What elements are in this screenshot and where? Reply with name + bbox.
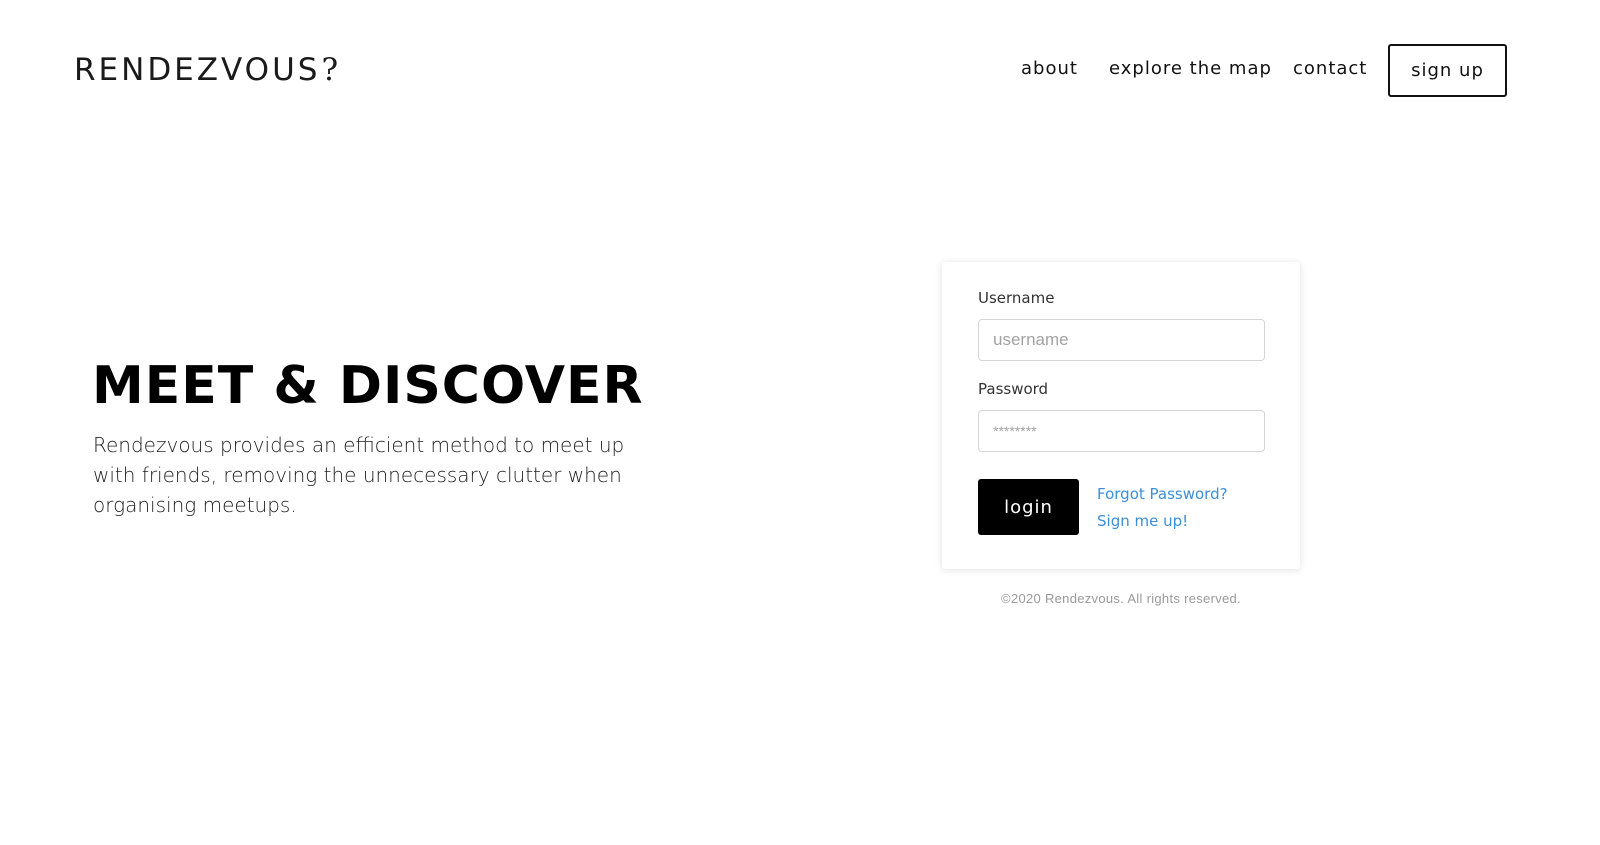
username-label: Username bbox=[978, 289, 1055, 307]
sign-me-up-link[interactable]: Sign me up! bbox=[1097, 512, 1188, 530]
login-button[interactable]: login bbox=[978, 479, 1079, 535]
nav-about-link[interactable]: about bbox=[1021, 58, 1078, 79]
nav-explore-map-link[interactable]: explore the map bbox=[1109, 58, 1272, 79]
hero-title: MEET & DISCOVER bbox=[92, 356, 644, 416]
copyright-text: ©2020 Rendezvous. All rights reserved. bbox=[1001, 591, 1241, 606]
logo-text: RENDEZVOUS bbox=[74, 52, 321, 88]
password-input[interactable] bbox=[978, 410, 1265, 452]
site-logo[interactable]: RENDEZVOUS? bbox=[74, 52, 341, 88]
logo-question-icon: ? bbox=[321, 52, 342, 88]
page: RENDEZVOUS? about explore the map contac… bbox=[0, 0, 1600, 845]
hero-description: Rendezvous provides an efficient method … bbox=[93, 433, 625, 517]
nav-contact-link[interactable]: contact bbox=[1293, 58, 1367, 79]
login-card: Username Password login Forgot Password?… bbox=[942, 262, 1300, 569]
username-input[interactable] bbox=[978, 319, 1265, 361]
header-sign-up-button[interactable]: sign up bbox=[1388, 44, 1507, 97]
password-label: Password bbox=[978, 380, 1049, 398]
forgot-password-link[interactable]: Forgot Password? bbox=[1097, 485, 1228, 503]
